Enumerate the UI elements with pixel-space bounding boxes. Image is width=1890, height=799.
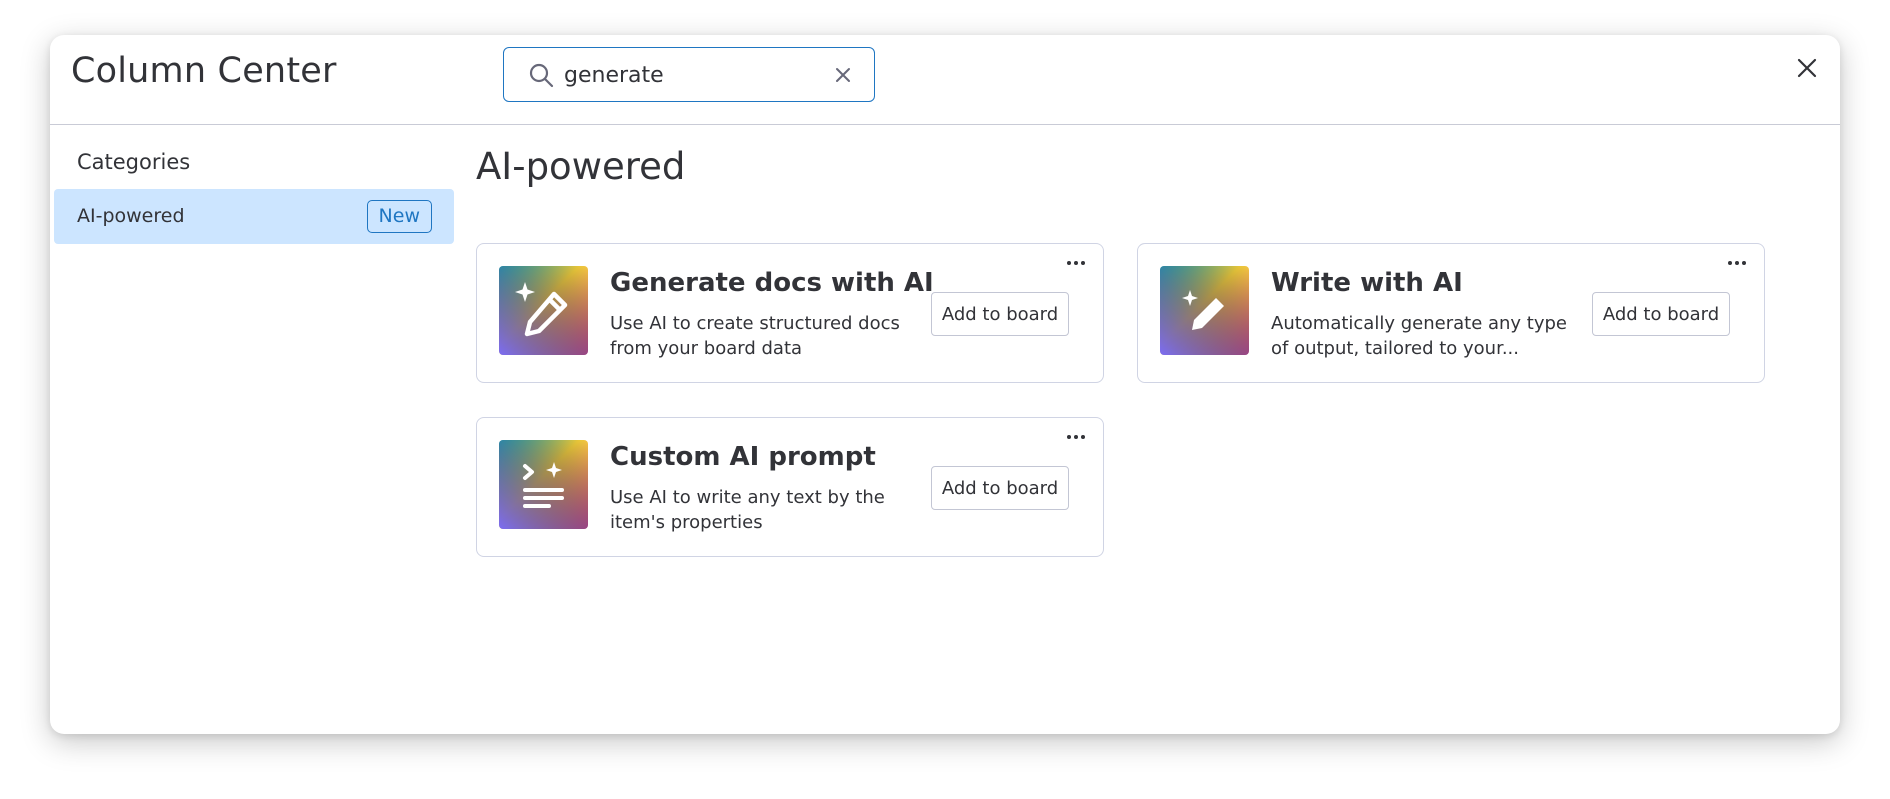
more-options-icon[interactable]	[1726, 258, 1748, 268]
close-icon[interactable]	[1792, 53, 1822, 83]
prompt-lines-icon	[499, 440, 588, 529]
more-options-icon[interactable]	[1065, 432, 1087, 442]
column-card-generate-docs[interactable]: Generate docs with AI Use AI to create s…	[476, 243, 1104, 383]
column-card-write-with-ai[interactable]: Write with AI Automatically generate any…	[1137, 243, 1765, 383]
card-description: Automatically generate any type of outpu…	[1271, 313, 1568, 359]
column-card-custom-ai-prompt[interactable]: Custom AI prompt Use AI to write any tex…	[476, 417, 1104, 557]
search-icon	[529, 63, 554, 88]
add-to-board-button[interactable]: Add to board	[931, 466, 1069, 510]
add-to-board-button[interactable]: Add to board	[1592, 292, 1730, 336]
column-center-dialog: Column Center Categories AI-powered New …	[50, 35, 1840, 734]
sidebar-item-label: AI-powered	[77, 205, 185, 227]
dialog-title: Column Center	[71, 51, 337, 91]
categories-sidebar: Categories AI-powered New	[50, 125, 460, 734]
clear-search-icon[interactable]	[832, 64, 854, 86]
section-title: AI-powered	[476, 145, 686, 188]
new-badge: New	[366, 200, 432, 233]
search-box[interactable]	[503, 47, 875, 102]
add-to-board-button[interactable]: Add to board	[931, 292, 1069, 336]
card-title: Custom AI prompt	[610, 442, 876, 472]
dialog-header: Column Center	[50, 35, 1840, 125]
columns-main: AI-powered Generate docs with AI Use AI …	[476, 125, 1840, 734]
card-description: Use AI to create structured docs from yo…	[610, 313, 900, 359]
categories-heading: Categories	[77, 150, 191, 174]
sparkle-pen-icon	[1160, 266, 1249, 355]
sidebar-item-ai-powered[interactable]: AI-powered New	[54, 189, 454, 244]
card-title: Generate docs with AI	[610, 268, 934, 298]
more-options-icon[interactable]	[1065, 258, 1087, 268]
card-title: Write with AI	[1271, 268, 1463, 298]
card-description: Use AI to write any text by the item's p…	[610, 487, 885, 533]
search-input[interactable]	[564, 58, 814, 92]
sparkle-pencil-icon	[499, 266, 588, 355]
